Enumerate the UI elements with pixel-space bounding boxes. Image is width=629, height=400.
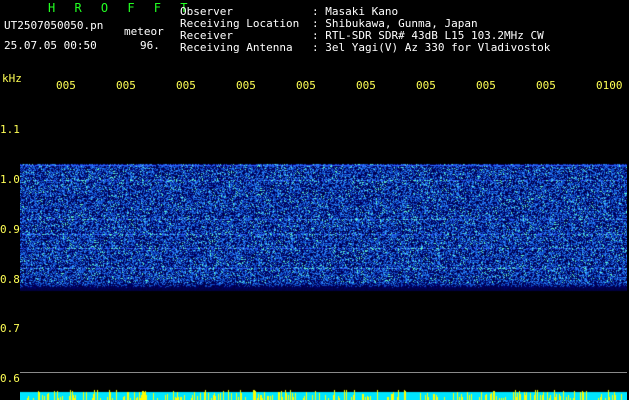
count: 96. [140,39,160,52]
antenna-label: Receiving Antenna [180,41,293,54]
y-tick-0.8: 0.8 [0,273,20,286]
y-tick-0.9: 0.9 [0,223,20,236]
y-tick-1.1: 1.1 [0,123,20,136]
date-time: 25.07.05 00:50 [4,39,97,52]
x-tick-9: 005 [536,79,556,92]
x-tick-1: 005 [56,79,76,92]
x-tick-10: 0100 [596,79,623,92]
x-tick-5: 005 [296,79,316,92]
y-tick-0.6: 0.6 [0,372,20,385]
app-title: H R O F F T [48,1,194,15]
y-axis-label: kHz [2,72,22,85]
file-tag: meteor [124,25,164,38]
x-tick-6: 005 [356,79,376,92]
x-tick-4: 005 [236,79,256,92]
antenna-value: : 3el Yagi(V) Az 330 for Vladivostok [312,41,551,54]
x-tick-8: 005 [476,79,496,92]
x-tick-3: 005 [176,79,196,92]
baseline-line [20,372,627,373]
file-name: UT2507050050.pn [4,19,104,32]
x-tick-2: 005 [116,79,136,92]
spectrogram-plot [20,96,627,386]
signal-strength-bar [20,388,627,400]
x-tick-7: 005 [416,79,436,92]
y-tick-1.0: 1.0 [0,173,20,186]
y-tick-0.7: 0.7 [0,322,20,335]
